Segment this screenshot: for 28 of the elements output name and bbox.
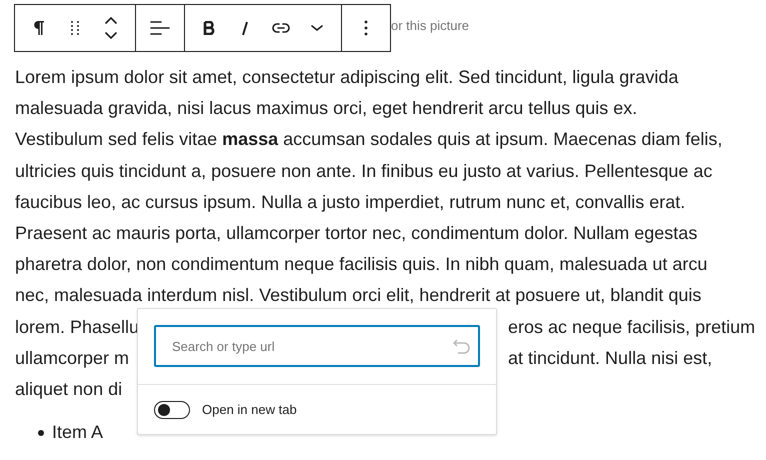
up-down-chevrons-icon — [104, 15, 118, 41]
vertical-dots-icon — [364, 20, 368, 36]
paragraph-line: Lorem ipsum dolor sit amet, consectetur adipiscing elit. Sed tincidunt, ligula gravida — [15, 66, 678, 89]
align-left-icon — [150, 20, 170, 36]
chevron-down-icon — [310, 24, 324, 32]
paragraph-line: lorem. Phasellu — [15, 316, 137, 338]
url-input-field[interactable]: Search or type url — [154, 325, 480, 367]
paragraph-line: malesuada gravida, nisi lacus maximus orci, eget hendrerit arcu tellus quis ex. — [15, 97, 638, 120]
paragraph-line: ullamcorper m — [15, 346, 130, 370]
paragraph-line: pharetra dolor, non condimentum neque facilisis quis. In nibh quam, malesuada ut arcu — [15, 253, 708, 276]
new-tab-toggle[interactable] — [154, 400, 190, 418]
paragraph-line: Vestibulum sed felis vitae massa accumsan sodales quis at ipsum. Maecenas diam felis, — [15, 128, 722, 152]
paragraph-line: at tincidunt. Nulla nisi est, — [508, 346, 712, 370]
link-icon — [271, 22, 291, 34]
paragraph-line: Praesent ac mauris porta, ullamcorper tortor nec, condimentum dolor. Nullam egestas — [15, 222, 698, 245]
bullet-icon — [38, 430, 44, 436]
paragraph-icon — [33, 20, 45, 36]
caption-field[interactable]: or this picture — [391, 16, 470, 36]
paragraph-line: aliquet non di — [15, 378, 122, 401]
bold-icon — [203, 21, 215, 35]
italic-icon — [241, 20, 249, 36]
paragraph-line: nec, malesuada interdum nisl. Vestibulum orci elit, hendrerit at posuere ut, blandit quis — [15, 284, 702, 308]
toggle-label: Open in new tab — [202, 400, 297, 419]
paragraph-line: faucibus leo, ac cursus ipsum. Nulla a justo imperdiet, rutrum nunc et, convallis erat. — [15, 190, 686, 214]
paragraph-line: eros ac neque facilisis, pretium — [508, 316, 756, 339]
list-item: Item A — [52, 421, 104, 444]
paragraph-line: ultricies quis tincidunt a, posuere non ante. In finibus eu justo at varius. Pellentesque ac — [15, 160, 712, 183]
drag-handle-icon — [71, 21, 79, 35]
